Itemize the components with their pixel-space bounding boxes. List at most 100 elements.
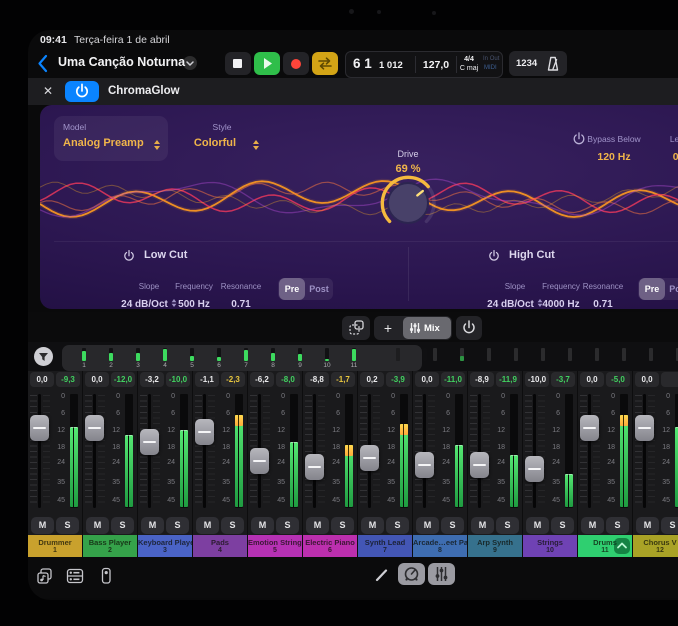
- solo-button[interactable]: S: [276, 517, 299, 534]
- solo-button[interactable]: S: [496, 517, 519, 534]
- lcd-display[interactable]: 6 1 1 012 127,0 4/4 C maj In Out MIDI: [345, 51, 503, 78]
- volume-value[interactable]: 0,0: [635, 372, 659, 387]
- song-title[interactable]: Uma Canção Noturna: [58, 55, 185, 69]
- solo-button[interactable]: S: [111, 517, 134, 534]
- peak-value[interactable]: -3,7: [551, 372, 575, 387]
- volume-value[interactable]: 0,0: [415, 372, 439, 387]
- solo-button[interactable]: S: [551, 517, 574, 534]
- volume-value[interactable]: 0,2: [360, 372, 384, 387]
- solo-button[interactable]: S: [166, 517, 189, 534]
- edit-pencil-icon[interactable]: [374, 567, 390, 583]
- peak-value[interactable]: -11,9: [496, 372, 520, 387]
- peak-value[interactable]: -11,0: [441, 372, 465, 387]
- fader-handle[interactable]: [360, 445, 379, 471]
- fader-handle[interactable]: [525, 456, 544, 482]
- solo-button[interactable]: S: [441, 517, 464, 534]
- volume-value[interactable]: -8,9: [470, 372, 494, 387]
- metronome-icon[interactable]: [544, 55, 562, 73]
- post-button[interactable]: Post: [306, 278, 332, 300]
- collapse-button[interactable]: [614, 538, 630, 554]
- pre-button[interactable]: Pre: [279, 278, 305, 300]
- peak-value[interactable]: -12,0: [111, 372, 135, 387]
- fader-handle[interactable]: [30, 415, 49, 441]
- high-cut-resonance[interactable]: Resonance 0.71: [573, 276, 633, 309]
- fader-handle[interactable]: [250, 448, 269, 474]
- fader-handle[interactable]: [415, 452, 434, 478]
- peak-value[interactable]: -1,7: [331, 372, 355, 387]
- mute-button[interactable]: M: [251, 517, 274, 534]
- peak-value[interactable]: -5,0: [606, 372, 630, 387]
- peak-value[interactable]: -3,9: [386, 372, 410, 387]
- low-cut-resonance[interactable]: Resonance 0.71: [211, 276, 271, 309]
- plugin-power-button[interactable]: [65, 81, 99, 102]
- mute-button[interactable]: M: [471, 517, 494, 534]
- solo-button[interactable]: S: [606, 517, 629, 534]
- volume-value[interactable]: -6,2: [250, 372, 274, 387]
- back-icon[interactable]: [38, 54, 48, 73]
- cycle-button[interactable]: [312, 52, 338, 75]
- post-button[interactable]: Post: [666, 278, 678, 300]
- volume-value[interactable]: -8,8: [305, 372, 329, 387]
- track-label[interactable]: Bass Player2: [83, 535, 137, 557]
- mute-button[interactable]: M: [196, 517, 219, 534]
- track-label[interactable]: Synth Lead7: [358, 535, 412, 557]
- track-label[interactable]: Drums11: [578, 535, 632, 557]
- fader-strip-icon[interactable]: [98, 567, 114, 585]
- stop-button[interactable]: [225, 52, 251, 75]
- mute-button[interactable]: M: [636, 517, 659, 534]
- add-track-button[interactable]: +: [374, 316, 402, 340]
- track-label[interactable]: Electric Piano6: [303, 535, 357, 557]
- track-label[interactable]: Chorus V12: [633, 535, 678, 557]
- high-cut-power-icon[interactable]: [487, 249, 501, 263]
- style-selector[interactable]: Style Colorful: [172, 116, 272, 161]
- solo-button[interactable]: S: [56, 517, 79, 534]
- volume-value[interactable]: 0,0: [580, 372, 604, 387]
- knob-view-button[interactable]: [398, 563, 425, 585]
- mix-button[interactable]: Mix: [403, 317, 451, 339]
- mute-button[interactable]: M: [31, 517, 54, 534]
- mute-button[interactable]: M: [581, 517, 604, 534]
- filter-button[interactable]: [34, 347, 53, 366]
- mute-button[interactable]: M: [416, 517, 439, 534]
- solo-button[interactable]: S: [331, 517, 354, 534]
- fader-handle[interactable]: [470, 452, 489, 478]
- volume-value[interactable]: -3,2: [140, 372, 164, 387]
- volume-value[interactable]: -10,0: [525, 372, 549, 387]
- peak-value[interactable]: -2,3: [221, 372, 245, 387]
- peak-value[interactable]: -8,0: [276, 372, 300, 387]
- peak-value[interactable]: [661, 372, 678, 387]
- song-title-menu-button[interactable]: [183, 56, 197, 70]
- close-icon[interactable]: ✕: [43, 84, 53, 98]
- mute-button[interactable]: M: [526, 517, 549, 534]
- track-label[interactable]: Arp Synth9: [468, 535, 522, 557]
- fader-handle[interactable]: [195, 419, 214, 445]
- low-cut-power-icon[interactable]: [122, 249, 136, 263]
- duplicate-button[interactable]: [342, 316, 370, 340]
- fader-handle[interactable]: [140, 429, 159, 455]
- fader-handle[interactable]: [635, 415, 654, 441]
- play-button[interactable]: [254, 52, 280, 75]
- fader-handle[interactable]: [580, 415, 599, 441]
- loops-icon[interactable]: [36, 567, 54, 585]
- track-label[interactable]: Arcade…eet Pad8: [413, 535, 467, 557]
- solo-button[interactable]: S: [386, 517, 409, 534]
- track-label[interactable]: Keyboard Player3: [138, 535, 192, 557]
- solo-button[interactable]: S: [221, 517, 244, 534]
- mute-button[interactable]: M: [361, 517, 384, 534]
- volume-value[interactable]: 0,0: [85, 372, 109, 387]
- mute-button[interactable]: M: [141, 517, 164, 534]
- mute-button[interactable]: M: [306, 517, 329, 534]
- level-control[interactable]: Level 0.0: [652, 129, 678, 165]
- pre-button[interactable]: Pre: [639, 278, 665, 300]
- count-in-button[interactable]: 1234: [516, 58, 537, 69]
- solo-button[interactable]: S: [661, 517, 678, 534]
- fader-handle[interactable]: [85, 415, 104, 441]
- overview-panel[interactable]: 1234567891011: [62, 345, 422, 371]
- volume-value[interactable]: 0,0: [30, 372, 54, 387]
- peak-value[interactable]: -10,0: [166, 372, 190, 387]
- track-label[interactable]: Drummer1: [28, 535, 82, 557]
- track-label[interactable]: Pads4: [193, 535, 247, 557]
- fader-view-button[interactable]: [428, 563, 455, 585]
- mute-button[interactable]: M: [86, 517, 109, 534]
- browser-icon[interactable]: [66, 568, 84, 584]
